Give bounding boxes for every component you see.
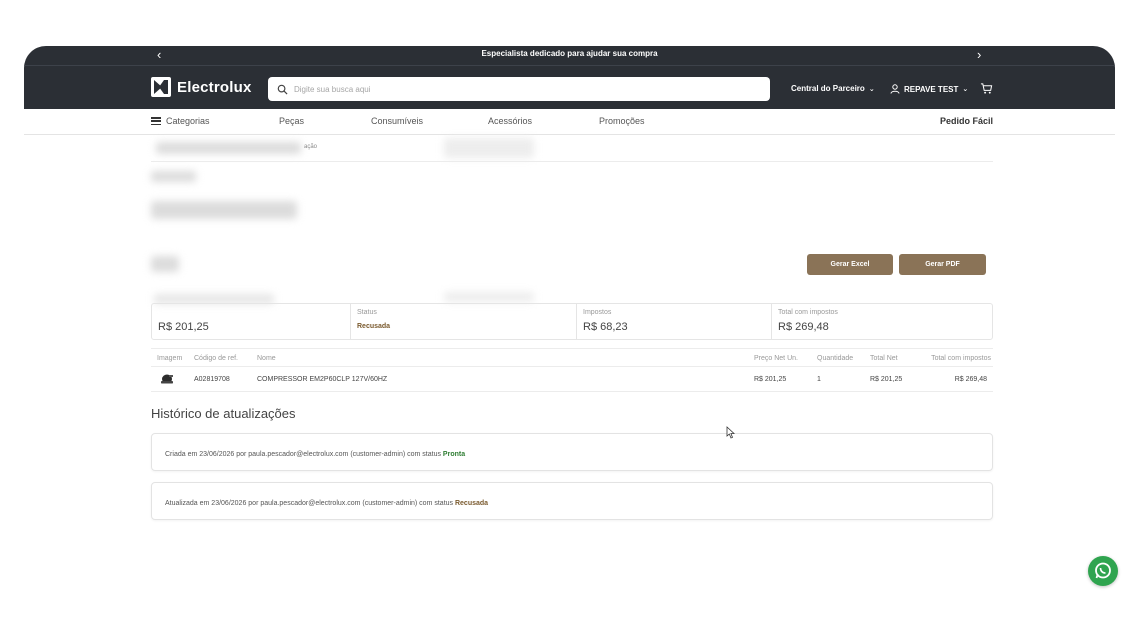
history-status-ready: Pronta xyxy=(442,451,466,458)
user-menu[interactable]: REPAVE TEST ⌄ xyxy=(890,84,968,94)
quantity-cell: 1 xyxy=(817,376,821,383)
chevron-down-icon: ⌄ xyxy=(868,85,875,93)
redacted-region xyxy=(444,292,534,302)
menu-icon xyxy=(151,117,161,125)
breadcrumb-divider xyxy=(151,161,993,162)
nav-item-pecas[interactable]: Peças xyxy=(279,116,304,126)
col-total-net: Total Net xyxy=(870,355,898,362)
subtotal-value: R$ 201,25 xyxy=(158,321,209,333)
total-label: Total com impostos xyxy=(778,309,838,316)
chevron-down-icon: ⌄ xyxy=(962,86,969,93)
brand-logo[interactable]: Electrolux xyxy=(151,77,252,97)
promo-text: Especialista dedicado para ajudar sua co… xyxy=(481,49,658,58)
summary-taxes: Impostos R$ 68,23 xyxy=(576,304,771,339)
name-cell: COMPRESSOR EM2P60CLP 127V/60HZ xyxy=(257,376,388,383)
summary-status: Status Recusada xyxy=(350,304,576,339)
redacted-back-link[interactable] xyxy=(151,171,196,182)
history-entry-text: Atualizada em 23/06/2026 por paula.pesca… xyxy=(165,500,488,507)
brand-name: Electrolux xyxy=(177,78,252,96)
col-image: Imagem xyxy=(157,355,183,362)
cursor-icon xyxy=(726,426,735,439)
summary-total: Total com impostos R$ 269,48 xyxy=(771,304,992,339)
redacted-page-title xyxy=(151,201,297,219)
history-entry: Atualizada em 23/06/2026 por paula.pesca… xyxy=(151,482,993,520)
nav-item-promocoes[interactable]: Promoções xyxy=(599,116,645,126)
history-title: Histórico de atualizações xyxy=(151,406,296,421)
redacted-breadcrumb xyxy=(156,142,301,154)
redacted-region xyxy=(444,138,534,158)
summary-subtotal: R$ 201,25 xyxy=(152,304,350,339)
table-header: Imagem Código de ref. Nome Preço Net Un.… xyxy=(151,348,993,367)
history-status-refused: Recusada xyxy=(454,500,489,507)
total-value: R$ 269,48 xyxy=(778,321,829,333)
generate-pdf-button[interactable]: Gerar PDF xyxy=(899,254,986,275)
unit-price-cell: R$ 201,25 xyxy=(754,376,787,383)
col-quantity: Quantidade xyxy=(817,355,854,362)
whatsapp-icon xyxy=(1095,562,1111,579)
search-box[interactable] xyxy=(268,77,770,101)
compressor-image xyxy=(161,374,173,384)
ref-code-cell: A02819708 xyxy=(194,376,230,383)
top-header: ‹ Especialista dedicado para ajudar sua … xyxy=(24,46,1115,109)
nav-item-consumiveis[interactable]: Consumíveis xyxy=(371,116,423,126)
search-icon xyxy=(277,84,288,95)
history-entry-text: Criada em 23/06/2026 por paula.pescador@… xyxy=(165,451,465,458)
categories-menu[interactable]: Categorias xyxy=(151,116,210,126)
category-nav: Categorias Peças Consumíveis Acessórios … xyxy=(151,116,993,130)
history-entry-description: Criada em 23/06/2026 por paula.pescador@… xyxy=(165,451,441,458)
taxes-label: Impostos xyxy=(583,309,612,316)
history-entry: Criada em 23/06/2026 por paula.pescador@… xyxy=(151,433,993,471)
nav-divider xyxy=(24,134,1115,135)
cart-icon[interactable] xyxy=(980,82,993,95)
col-unit-price: Preço Net Un. xyxy=(754,355,798,362)
whatsapp-button[interactable] xyxy=(1088,556,1118,586)
total-net-cell: R$ 201,25 xyxy=(870,376,903,383)
history-entry-description: Atualizada em 23/06/2026 por paula.pesca… xyxy=(165,500,454,507)
promo-bar: ‹ Especialista dedicado para ajudar sua … xyxy=(24,46,1115,66)
categories-label: Categorias xyxy=(166,116,210,126)
nav-item-acessorios[interactable]: Acessórios xyxy=(488,116,532,126)
user-icon xyxy=(890,84,900,94)
electrolux-logo-icon xyxy=(151,77,171,97)
table-row[interactable]: A02819708 COMPRESSOR EM2P60CLP 127V/60HZ… xyxy=(151,367,993,392)
col-total-tax: Total com impostos xyxy=(931,355,991,362)
redacted-order-id xyxy=(151,256,179,272)
partner-center-label: Central do Parceiro xyxy=(791,84,865,93)
col-name: Nome xyxy=(257,355,276,362)
order-summary: R$ 201,25 Status Recusada Impostos R$ 68… xyxy=(151,303,993,340)
taxes-value: R$ 68,23 xyxy=(583,321,628,333)
partner-center-menu[interactable]: Central do Parceiro ⌄ xyxy=(791,84,875,93)
status-badge: Recusada xyxy=(357,323,391,330)
breadcrumb-fragment: ação xyxy=(304,144,318,150)
promo-next-arrow[interactable]: › xyxy=(977,47,981,63)
total-tax-cell: R$ 269,48 xyxy=(954,376,987,383)
quick-order-link[interactable]: Pedido Fácil xyxy=(940,116,993,126)
col-ref-code: Código de ref. xyxy=(194,355,238,362)
user-name: REPAVE TEST xyxy=(904,84,959,94)
browser-page: ‹ Especialista dedicado para ajudar sua … xyxy=(24,46,1115,640)
generate-excel-button[interactable]: Gerar Excel xyxy=(807,254,893,275)
status-label: Status xyxy=(357,309,377,316)
search-input[interactable] xyxy=(294,84,744,94)
